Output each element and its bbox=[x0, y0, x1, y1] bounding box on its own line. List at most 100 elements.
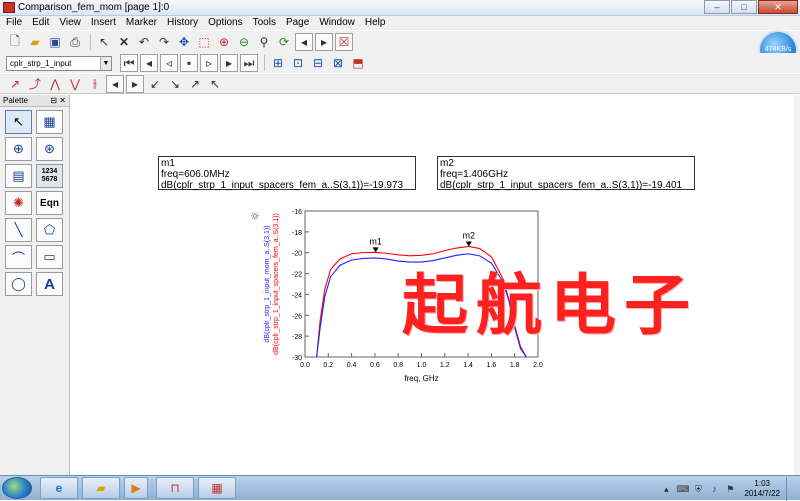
marker-left-icon[interactable]: ↙ bbox=[146, 75, 164, 93]
marker-delta-icon[interactable]: ⤴ bbox=[26, 75, 44, 93]
marker-prev-icon[interactable]: ◂ bbox=[106, 74, 124, 93]
smith-chart-icon[interactable]: ⊛ bbox=[36, 137, 63, 161]
delete-icon[interactable]: ✕ bbox=[115, 33, 133, 51]
menu-page[interactable]: Page bbox=[286, 16, 309, 30]
zoom-area-icon[interactable]: ⬚ bbox=[195, 33, 213, 51]
minimize-button[interactable]: – bbox=[704, 0, 730, 14]
taskbar-data-display-icon[interactable]: ▦ bbox=[198, 477, 236, 499]
prev-icon[interactable]: ◂ bbox=[140, 54, 158, 72]
undo-icon[interactable]: ↶ bbox=[135, 33, 153, 51]
polyline-tool-icon[interactable]: ⌒ bbox=[5, 245, 32, 269]
number-table-icon[interactable]: 1234 5678 bbox=[36, 164, 63, 188]
antenna-plot-icon[interactable]: ✺ bbox=[5, 191, 32, 215]
redo-icon[interactable]: ↷ bbox=[155, 33, 173, 51]
marker-line-icon[interactable]: ⫲ bbox=[86, 75, 104, 93]
main-toolbar: 🗋 ▰ ▣ ⎙ ↖ ✕ ↶ ↷ ✥ ⬚ ⊕ ⊖ ⚲ ⟳ ◂ ▸ ☒ bbox=[0, 31, 800, 53]
next-icon[interactable]: ▸ bbox=[220, 54, 238, 72]
marker-m2-label: m2 bbox=[463, 230, 476, 240]
x-tick-label: 1.4 bbox=[463, 362, 473, 369]
rectangular-plot-icon[interactable]: ▦ bbox=[36, 110, 63, 134]
zoom-box-icon[interactable]: ⊡ bbox=[289, 54, 307, 72]
marker-down-icon[interactable]: ↖ bbox=[206, 75, 224, 93]
taskbar-media-icon[interactable]: ▶ bbox=[124, 477, 148, 499]
menu-edit[interactable]: Edit bbox=[32, 16, 49, 30]
polygon-tool-icon[interactable]: ⬠ bbox=[36, 218, 63, 242]
x-tick-label: 1.2 bbox=[440, 362, 450, 369]
maximize-button[interactable]: □ bbox=[731, 0, 757, 14]
rectangle-tool-icon[interactable]: ▭ bbox=[36, 245, 63, 269]
tray-keyboard-icon[interactable]: ⌨ bbox=[676, 483, 689, 495]
zoom-reset-icon[interactable]: ⊠ bbox=[329, 54, 347, 72]
close-button[interactable]: ✕ bbox=[758, 0, 798, 14]
x-tick-label: 0.2 bbox=[323, 362, 333, 369]
line-tool-icon[interactable]: ╲ bbox=[5, 218, 32, 242]
next-page-icon[interactable]: ▸ bbox=[315, 33, 333, 51]
marker-next-icon[interactable]: ▸ bbox=[126, 74, 144, 93]
pointer-icon[interactable]: ↖ bbox=[95, 33, 113, 51]
move-icon[interactable]: ✥ bbox=[175, 33, 193, 51]
menu-help[interactable]: Help bbox=[365, 16, 386, 30]
menu-insert[interactable]: Insert bbox=[91, 16, 116, 30]
equation-icon[interactable]: Eqn bbox=[36, 191, 63, 215]
polar-plot-icon[interactable]: ⊕ bbox=[5, 137, 32, 161]
watermark-text: 起航电子 bbox=[402, 266, 698, 344]
open-folder-icon[interactable]: ▰ bbox=[26, 33, 44, 51]
menu-options[interactable]: Options bbox=[208, 16, 242, 30]
menu-file[interactable]: File bbox=[6, 16, 22, 30]
marker-readout-m1[interactable]: m1 freq=606.0MHz dB(cplr_strp_1_input_sp… bbox=[158, 156, 416, 191]
list-table-icon[interactable]: ▤ bbox=[5, 164, 32, 188]
prev-page-icon[interactable]: ◂ bbox=[295, 33, 313, 51]
last-icon[interactable]: ⏭ bbox=[240, 54, 258, 72]
vertical-scrollbar[interactable] bbox=[794, 95, 800, 475]
circle-tool-icon[interactable]: ◯ bbox=[5, 272, 32, 296]
marker-peak-icon[interactable]: ⋀ bbox=[46, 75, 64, 93]
menu-tools[interactable]: Tools bbox=[253, 16, 276, 30]
x-axis-label: freq, GHz bbox=[404, 374, 438, 383]
zoom-fit-icon[interactable]: ⊞ bbox=[269, 54, 287, 72]
step-back-icon[interactable]: ◃ bbox=[160, 54, 178, 72]
menu-history[interactable]: History bbox=[167, 16, 198, 30]
close-view-icon[interactable]: ☒ bbox=[335, 33, 353, 51]
zoom-region-icon[interactable]: ⊟ bbox=[309, 54, 327, 72]
marker-up-icon[interactable]: ↗ bbox=[186, 75, 204, 93]
magnify-icon[interactable]: ⚲ bbox=[255, 33, 273, 51]
menu-window[interactable]: Window bbox=[319, 16, 355, 30]
tray-volume-icon[interactable]: ♪ bbox=[708, 483, 720, 495]
marker-valley-icon[interactable]: ⋁ bbox=[66, 75, 84, 93]
y-tick-label: -22 bbox=[292, 272, 302, 279]
y-tick-label: -28 bbox=[292, 334, 302, 341]
tray-network-icon[interactable]: ▴ bbox=[660, 483, 672, 495]
taskbar-explorer-icon[interactable]: ▰ bbox=[82, 477, 120, 499]
text-tool-icon[interactable]: A bbox=[36, 272, 63, 296]
taskbar-ie-icon[interactable]: e bbox=[40, 477, 78, 499]
print-icon[interactable]: ⎙ bbox=[66, 33, 84, 51]
marker-tools-toolbar: ↗ ⤴ ⋀ ⋁ ⫲ ◂ ▸ ↙ ↘ ↗ ↖ bbox=[0, 74, 800, 94]
first-icon[interactable]: ⏮ bbox=[120, 54, 138, 72]
x-tick-label: 0.0 bbox=[300, 362, 310, 369]
tray-flag-icon[interactable]: ⚑ bbox=[724, 483, 736, 495]
palette-close-icon[interactable]: ⊟ ✕ bbox=[50, 95, 66, 107]
tray-shield-icon[interactable]: ⛨ bbox=[692, 483, 704, 495]
refresh-icon[interactable]: ⟳ bbox=[275, 33, 293, 51]
start-button[interactable] bbox=[2, 477, 32, 499]
dataset-select[interactable]: cplr_strp_1_input ▼ bbox=[6, 55, 112, 71]
stop-icon[interactable]: ▪ bbox=[180, 54, 198, 72]
select-tool-icon[interactable]: ↖ bbox=[5, 110, 32, 134]
y-tick-label: -26 bbox=[292, 313, 302, 320]
marker-right-icon[interactable]: ↘ bbox=[166, 75, 184, 93]
menu-view[interactable]: View bbox=[59, 16, 81, 30]
zoom-in-icon[interactable]: ⊕ bbox=[215, 33, 233, 51]
taskbar-ads-icon[interactable]: ⊓ bbox=[156, 477, 194, 499]
marker-readout-m2[interactable]: m2 freq=1.406GHz dB(cplr_strp_1_input_sp… bbox=[437, 156, 695, 191]
marker-new-icon[interactable]: ⬒ bbox=[349, 54, 367, 72]
save-icon[interactable]: ▣ bbox=[46, 33, 64, 51]
tray-clock[interactable]: 1:03 2014/7/22 bbox=[744, 479, 780, 499]
marker-normal-icon[interactable]: ↗ bbox=[6, 75, 24, 93]
x-tick-label: 0.8 bbox=[393, 362, 403, 369]
marker-m2-name: m2 bbox=[440, 158, 454, 169]
new-file-icon[interactable]: 🗋 bbox=[6, 33, 24, 51]
zoom-out-icon[interactable]: ⊖ bbox=[235, 33, 253, 51]
menu-marker[interactable]: Marker bbox=[126, 16, 157, 30]
show-desktop-button[interactable] bbox=[786, 476, 796, 501]
step-forward-icon[interactable]: ▹ bbox=[200, 54, 218, 72]
